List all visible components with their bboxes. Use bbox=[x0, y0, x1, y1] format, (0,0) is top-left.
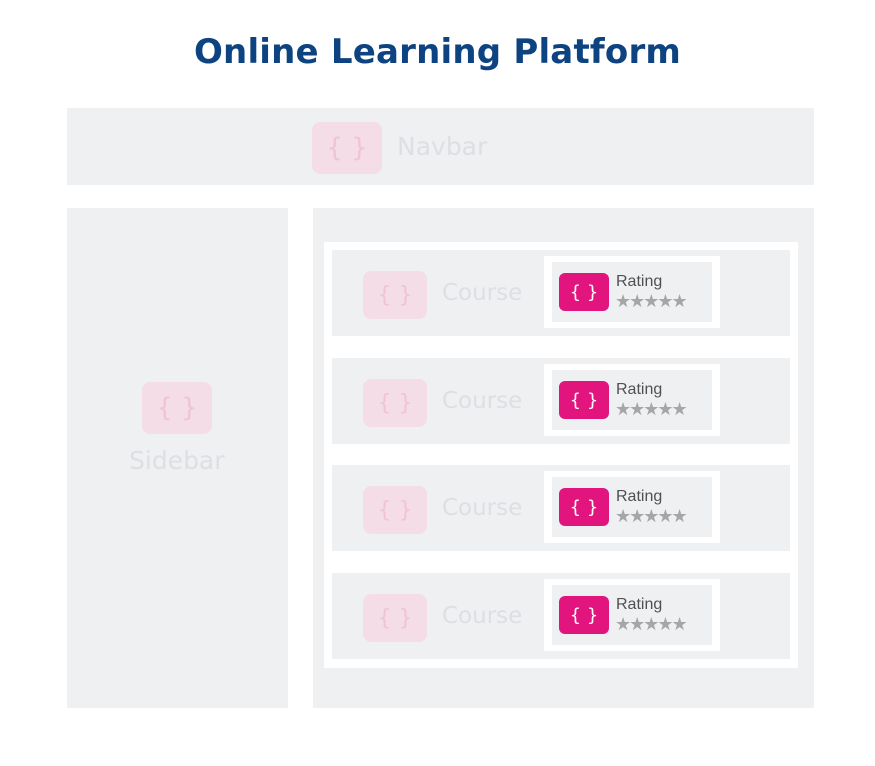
rating-label: Rating bbox=[616, 381, 663, 398]
rating-stars: ★★★★★ bbox=[615, 399, 688, 420]
course-row: { } Course { } Rating ★★★★★ bbox=[332, 465, 790, 551]
course-label: Course bbox=[442, 603, 523, 629]
course-code-icon: { } bbox=[363, 271, 427, 319]
course-code-icon: { } bbox=[363, 594, 427, 642]
rating-inner: { } Rating ★★★★★ bbox=[552, 585, 712, 645]
rating-code-icon: { } bbox=[559, 488, 609, 526]
course-label: Course bbox=[442, 495, 523, 521]
rating-stars: ★★★★★ bbox=[615, 291, 688, 312]
rating-label: Rating bbox=[616, 488, 663, 505]
course-list: { } Course { } Rating ★★★★★ { } Course {… bbox=[324, 242, 798, 668]
rating-code-icon: { } bbox=[559, 596, 609, 634]
rating-stars: ★★★★★ bbox=[615, 506, 688, 527]
course-label: Course bbox=[442, 388, 523, 414]
navbar-label: Navbar bbox=[397, 132, 488, 161]
navbar-panel: { } Navbar bbox=[67, 108, 814, 185]
rating-label: Rating bbox=[616, 596, 663, 613]
course-code-icon: { } bbox=[363, 379, 427, 427]
course-row: { } Course { } Rating ★★★★★ bbox=[332, 250, 790, 336]
rating-stars: ★★★★★ bbox=[615, 614, 688, 635]
rating-code-icon: { } bbox=[559, 381, 609, 419]
navbar-code-icon: { } bbox=[312, 122, 382, 174]
page-title: Online Learning Platform bbox=[193, 32, 682, 72]
rating-component: { } Rating ★★★★★ bbox=[544, 256, 720, 328]
rating-component: { } Rating ★★★★★ bbox=[544, 579, 720, 651]
sidebar-label: Sidebar bbox=[129, 446, 225, 475]
sidebar-panel: { } Sidebar bbox=[67, 208, 288, 708]
course-code-icon: { } bbox=[363, 486, 427, 534]
rating-inner: { } Rating ★★★★★ bbox=[552, 370, 712, 430]
rating-label: Rating bbox=[616, 273, 663, 290]
course-row: { } Course { } Rating ★★★★★ bbox=[332, 573, 790, 659]
course-row: { } Course { } Rating ★★★★★ bbox=[332, 358, 790, 444]
rating-code-icon: { } bbox=[559, 273, 609, 311]
rating-inner: { } Rating ★★★★★ bbox=[552, 477, 712, 537]
sidebar-code-icon: { } bbox=[142, 382, 212, 434]
rating-component: { } Rating ★★★★★ bbox=[544, 364, 720, 436]
rating-inner: { } Rating ★★★★★ bbox=[552, 262, 712, 322]
course-label: Course bbox=[442, 280, 523, 306]
rating-component: { } Rating ★★★★★ bbox=[544, 471, 720, 543]
